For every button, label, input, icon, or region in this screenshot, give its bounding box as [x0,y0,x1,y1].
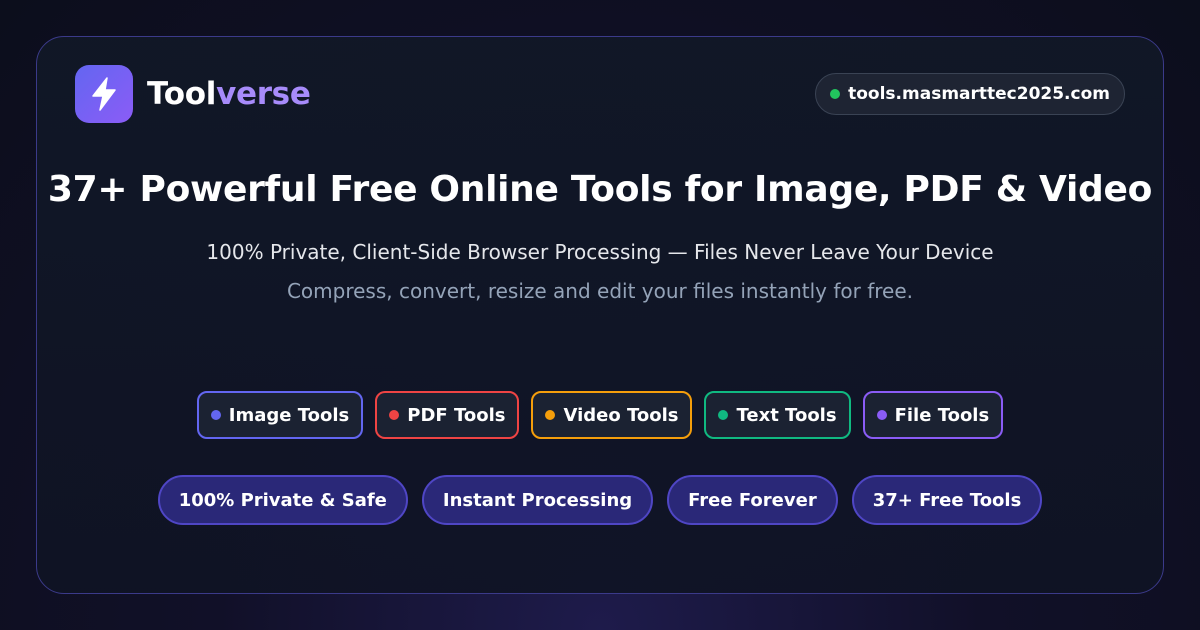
url-text: tools.masmarttec2025.com [848,84,1110,104]
feature-badge-count: 37+ Free Tools [851,475,1043,525]
category-label: Image Tools [228,404,350,426]
category-dot-icon [210,410,221,420]
category-label: PDF Tools [407,404,506,426]
category-dot-icon [876,410,887,420]
feature-list: 100% Private & Safe Instant Processing F… [37,475,1163,525]
tagline: Compress, convert, resize and edit your … [286,279,914,303]
category-text-tools[interactable]: Text Tools [704,391,851,439]
brand-name: Toolverse [147,76,311,112]
category-label: Video Tools [563,404,679,426]
category-label: File Tools [894,404,990,426]
feature-badge-instant: Instant Processing [421,475,654,525]
status-dot-icon [830,89,841,99]
subheadline: 100% Private, Client-Side Browser Proces… [206,240,994,264]
lightning-bolt-icon [75,65,133,123]
url-badge[interactable]: tools.masmarttec2025.com [815,73,1125,115]
page-title: 37+ Powerful Free Online Tools for Image… [47,169,1153,210]
feature-badge-free: Free Forever [667,475,838,525]
brand-name-part1: Tool [147,76,217,112]
hero-card: Toolverse tools.masmarttec2025.com 37+ P… [36,36,1164,594]
feature-badge-private: 100% Private & Safe [157,475,408,525]
brand-name-part2: verse [216,76,311,112]
category-dot-icon [718,410,729,420]
brand-logo[interactable]: Toolverse [75,65,311,123]
category-pdf-tools[interactable]: PDF Tools [375,391,520,439]
category-video-tools[interactable]: Video Tools [531,391,693,439]
category-image-tools[interactable]: Image Tools [196,391,364,439]
category-file-tools[interactable]: File Tools [862,391,1004,439]
category-label: Text Tools [736,404,837,426]
category-dot-icon [545,410,556,420]
category-dot-icon [389,410,400,420]
category-list: Image Tools PDF Tools Video Tools Text T… [37,391,1163,439]
